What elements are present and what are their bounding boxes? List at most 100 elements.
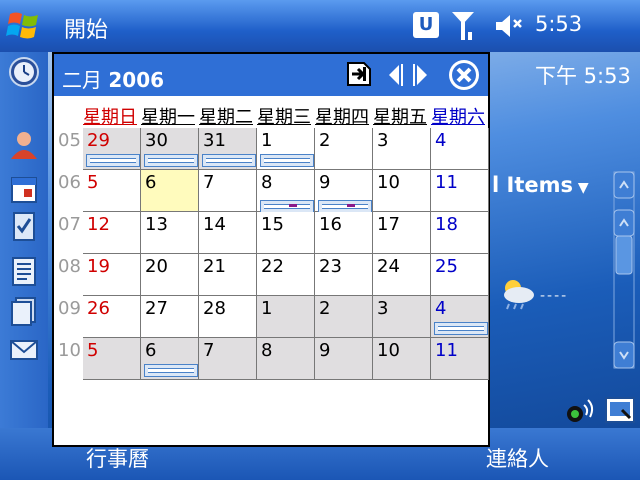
day-cell[interactable]: 1 <box>257 296 315 338</box>
day-cell[interactable]: 2 <box>315 128 373 170</box>
month-year-label[interactable]: 二月 2006 <box>62 64 164 93</box>
day-number: 1 <box>261 298 273 319</box>
softkey-right[interactable]: 連絡人 <box>486 443 549 473</box>
go-to-today-icon[interactable] <box>345 60 373 88</box>
day-cell[interactable]: 17 <box>373 212 431 254</box>
today-items-label[interactable]: l Items ▼ <box>492 173 589 197</box>
day-cell[interactable]: 3 <box>373 296 431 338</box>
day-cell[interactable]: 11 <box>431 338 489 380</box>
day-cell[interactable]: 18 <box>431 212 489 254</box>
day-cell[interactable]: 9 <box>315 338 373 380</box>
month-name: 二月 <box>62 68 102 92</box>
day-number: 11 <box>435 172 458 193</box>
day-cell[interactable]: 14 <box>199 212 257 254</box>
day-cell[interactable]: 15 <box>257 212 315 254</box>
appointment-bar[interactable] <box>86 154 140 167</box>
windows-start-icon[interactable] <box>6 8 42 44</box>
day-number: 12 <box>87 214 110 235</box>
day-number: 2 <box>319 298 331 319</box>
day-number: 22 <box>261 256 284 277</box>
clock-icon[interactable] <box>8 56 40 88</box>
calendar-icon[interactable] <box>8 173 40 205</box>
day-cell[interactable]: 27 <box>141 296 199 338</box>
screen-icon[interactable] <box>604 396 636 424</box>
next-month-icon[interactable] <box>412 62 432 88</box>
week-number: 10 <box>58 340 81 361</box>
appointment-bar[interactable] <box>260 154 314 167</box>
day-number: 5 <box>87 340 99 361</box>
day-number: 29 <box>87 130 110 151</box>
day-cell[interactable]: 10 <box>373 170 431 212</box>
day-cell[interactable]: 1 <box>257 128 315 170</box>
softkey-left[interactable]: 行事曆 <box>86 443 149 473</box>
messaging-icon[interactable] <box>8 333 40 365</box>
app-title[interactable]: 開始 <box>64 12 108 44</box>
weekday-saturday: 星期六 <box>431 107 485 128</box>
volume-icon[interactable] <box>494 12 524 40</box>
day-cell[interactable]: 9 <box>315 170 373 213</box>
wireless-icon[interactable] <box>564 395 598 425</box>
day-number: 28 <box>203 298 226 319</box>
today-cell[interactable]: 6 <box>141 170 199 212</box>
day-cell[interactable]: 8 <box>257 338 315 380</box>
weekday-friday: 星期五 <box>373 107 427 128</box>
day-cell[interactable]: 29 <box>83 128 141 170</box>
day-cell[interactable]: 31 <box>199 128 257 170</box>
day-cell[interactable]: 5 <box>83 338 141 380</box>
day-cell[interactable]: 8 <box>257 170 315 213</box>
day-number: 5 <box>87 172 99 193</box>
day-cell[interactable]: 16 <box>315 212 373 254</box>
day-number: 6 <box>145 340 157 361</box>
day-cell[interactable]: 21 <box>199 254 257 296</box>
weather-icon[interactable] <box>497 276 537 310</box>
day-cell[interactable]: 11 <box>431 170 489 212</box>
contact-icon[interactable] <box>8 129 40 161</box>
day-number: 10 <box>377 172 400 193</box>
day-cell[interactable]: 20 <box>141 254 199 296</box>
day-number: 3 <box>377 130 389 151</box>
appointment-bar[interactable] <box>144 154 198 167</box>
day-number: 14 <box>203 214 226 235</box>
today-scrollbar[interactable] <box>612 170 636 370</box>
day-number: 17 <box>377 214 400 235</box>
clock[interactable]: 5:53 <box>535 12 582 36</box>
day-cell[interactable]: 6 <box>141 338 199 380</box>
documents-icon[interactable] <box>8 295 40 327</box>
day-cell[interactable]: 5 <box>83 170 141 212</box>
day-cell[interactable]: 7 <box>199 338 257 380</box>
close-icon[interactable] <box>447 58 481 92</box>
day-cell[interactable]: 24 <box>373 254 431 296</box>
appointment-bar[interactable] <box>202 154 256 167</box>
day-cell[interactable]: 3 <box>373 128 431 170</box>
notes-icon[interactable] <box>8 255 40 287</box>
day-number: 16 <box>319 214 342 235</box>
day-cell[interactable]: 23 <box>315 254 373 296</box>
day-number: 23 <box>319 256 342 277</box>
signal-icon[interactable] <box>450 10 476 42</box>
day-cell[interactable]: 19 <box>83 254 141 296</box>
u-status-icon[interactable]: U <box>413 12 439 38</box>
previous-month-icon[interactable] <box>384 62 404 88</box>
day-cell[interactable]: 25 <box>431 254 489 296</box>
day-cell[interactable]: 2 <box>315 296 373 338</box>
day-cell[interactable]: 22 <box>257 254 315 296</box>
day-cell[interactable]: 12 <box>83 212 141 254</box>
day-number: 24 <box>377 256 400 277</box>
day-cell[interactable]: 13 <box>141 212 199 254</box>
appointment-bar[interactable] <box>144 364 198 377</box>
week-number: 09 <box>58 298 81 319</box>
weekday-monday: 星期一 <box>141 107 195 128</box>
day-number: 1 <box>261 130 273 151</box>
day-cell[interactable]: 4 <box>431 128 489 170</box>
day-cell[interactable]: 4 <box>431 296 489 338</box>
day-cell[interactable]: 30 <box>141 128 199 170</box>
day-number: 7 <box>203 340 215 361</box>
tasks-icon[interactable] <box>8 210 40 242</box>
day-number: 30 <box>145 130 168 151</box>
day-number: 26 <box>87 298 110 319</box>
day-cell[interactable]: 10 <box>373 338 431 380</box>
appointment-bar[interactable] <box>434 322 488 335</box>
day-cell[interactable]: 28 <box>199 296 257 338</box>
day-cell[interactable]: 26 <box>83 296 141 338</box>
day-cell[interactable]: 7 <box>199 170 257 212</box>
